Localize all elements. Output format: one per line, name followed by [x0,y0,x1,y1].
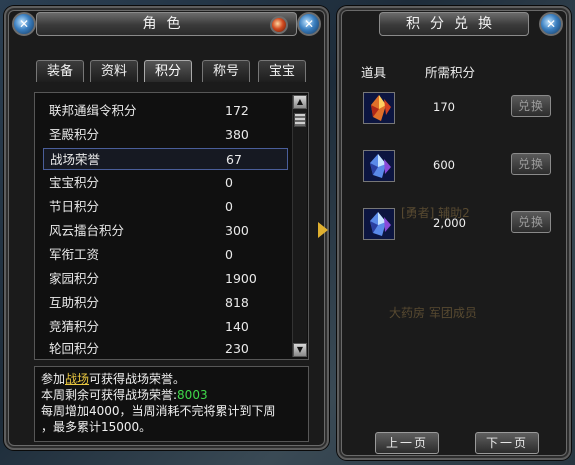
points-name: 战场荣誉 [50,152,101,167]
gem-icon [270,16,288,34]
exchange-item: 600 兑换 [363,150,553,190]
points-name: 联邦通缉令积分 [49,103,137,118]
info-line-3: 每周增加4000，当周消耗不完将累计到下周 [41,404,276,418]
exchange-button[interactable]: 兑换 [511,95,551,117]
points-row[interactable]: 轮回积分 230 [43,338,288,360]
tab-titles[interactable]: 称号 [202,60,250,82]
scroll-down-icon[interactable]: ▼ [293,343,307,357]
exchange-panel: 积分兑换 ✕ 道具 所需积分 [勇者] 辅助2 大药房 军团成员 170 兑换 … [337,6,571,460]
points-scrollbar[interactable]: ▲ ▼ [292,95,307,357]
blue-crystal-icon[interactable] [363,150,395,182]
close-button-icon[interactable]: ✕ [539,12,563,36]
points-row[interactable]: 风云擂台积分 300 [43,220,288,242]
points-row[interactable]: 联邦通缉令积分 172 [43,100,288,122]
item-price: 2,000 [433,216,466,230]
exchange-item: 2,000 兑换 [363,208,553,248]
blue-crystal-icon[interactable] [363,208,395,240]
battlefield-link[interactable]: 战场 [65,372,89,386]
points-value: 0 [225,199,233,214]
red-crystal-icon[interactable] [363,92,395,124]
info-text: 本周剩余可获得战场荣誉: [41,388,178,402]
info-line-2: 本周剩余可获得战场荣誉:8003 [41,387,308,403]
points-row[interactable]: 家园积分 1900 [43,268,288,290]
info-text: 可获得战场荣誉。 [89,372,186,386]
character-panel-title: 角色 [36,12,297,36]
points-name: 轮回积分 [49,341,100,356]
tab-points[interactable]: 积分 [144,60,192,82]
tab-profile[interactable]: 资料 [90,60,138,82]
points-info-box: 参加战场可获得战场荣誉。 本周剩余可获得战场荣誉:8003 每周增加4000，当… [34,366,309,442]
points-name: 军衔工资 [49,247,100,262]
tab-pets[interactable]: 宝宝 [258,60,306,82]
points-value: 172 [225,103,249,118]
points-value: 0 [225,247,233,262]
exchange-button[interactable]: 兑换 [511,153,551,175]
item-price: 170 [433,100,455,114]
points-name: 圣殿积分 [49,127,100,142]
points-name: 竞猜积分 [49,319,100,334]
column-header-item: 道具 [361,65,387,80]
points-value: 1900 [225,271,257,286]
column-header-points: 所需积分 [425,65,476,80]
close-orb-icon[interactable]: ✕ [12,12,36,36]
exchange-button[interactable]: 兑换 [511,211,551,233]
next-page-button[interactable]: 下一页 [475,432,539,454]
item-price: 600 [433,158,455,172]
points-name: 宝宝积分 [49,175,100,190]
points-value: 380 [225,127,249,142]
close-button-icon[interactable]: ✕ [297,12,321,36]
points-name: 家园积分 [49,271,100,286]
scroll-thumb[interactable] [294,113,306,127]
points-row-selected[interactable]: 战场荣誉 67 [43,148,288,170]
points-value: 230 [225,341,249,356]
exchange-panel-title: 积分兑换 [379,12,529,36]
tab-equipment[interactable]: 装备 [36,60,84,82]
info-text: 参加 [41,372,66,386]
points-value: 0 [225,175,233,190]
background-text: 大药房 军团成员 [389,306,477,320]
points-list: 联邦通缉令积分 172 圣殿积分 380 战场荣誉 67 宝宝积分 0 节日积分… [34,92,309,360]
points-row[interactable]: 竞猜积分 140 [43,316,288,338]
points-name: 互助积分 [49,295,100,310]
scroll-up-icon[interactable]: ▲ [293,95,307,109]
remaining-honor-value: 8003 [177,388,208,402]
info-line-1: 参加战场可获得战场荣誉。 [41,371,308,387]
points-row[interactable]: 圣殿积分 380 [43,124,288,146]
points-row[interactable]: 互助积分 818 [43,292,288,314]
expand-arrow-icon[interactable] [318,222,328,238]
points-row[interactable]: 宝宝积分 0 [43,172,288,194]
points-row[interactable]: 节日积分 0 [43,196,288,218]
points-value: 818 [225,295,249,310]
points-name: 节日积分 [49,199,100,214]
points-value: 300 [225,223,249,238]
points-row[interactable]: 军衔工资 0 [43,244,288,266]
info-line-4: ，最多累计15000。 [41,420,152,434]
exchange-item: 170 兑换 [363,92,553,132]
points-value: 67 [226,152,242,167]
character-panel: ✕ 角色 ✕ 装备 资料 积分 称号 宝宝 联邦通缉令积分 172 圣殿积分 3… [4,6,329,450]
points-value: 140 [225,319,249,334]
points-name: 风云擂台积分 [49,223,125,238]
prev-page-button[interactable]: 上一页 [375,432,439,454]
